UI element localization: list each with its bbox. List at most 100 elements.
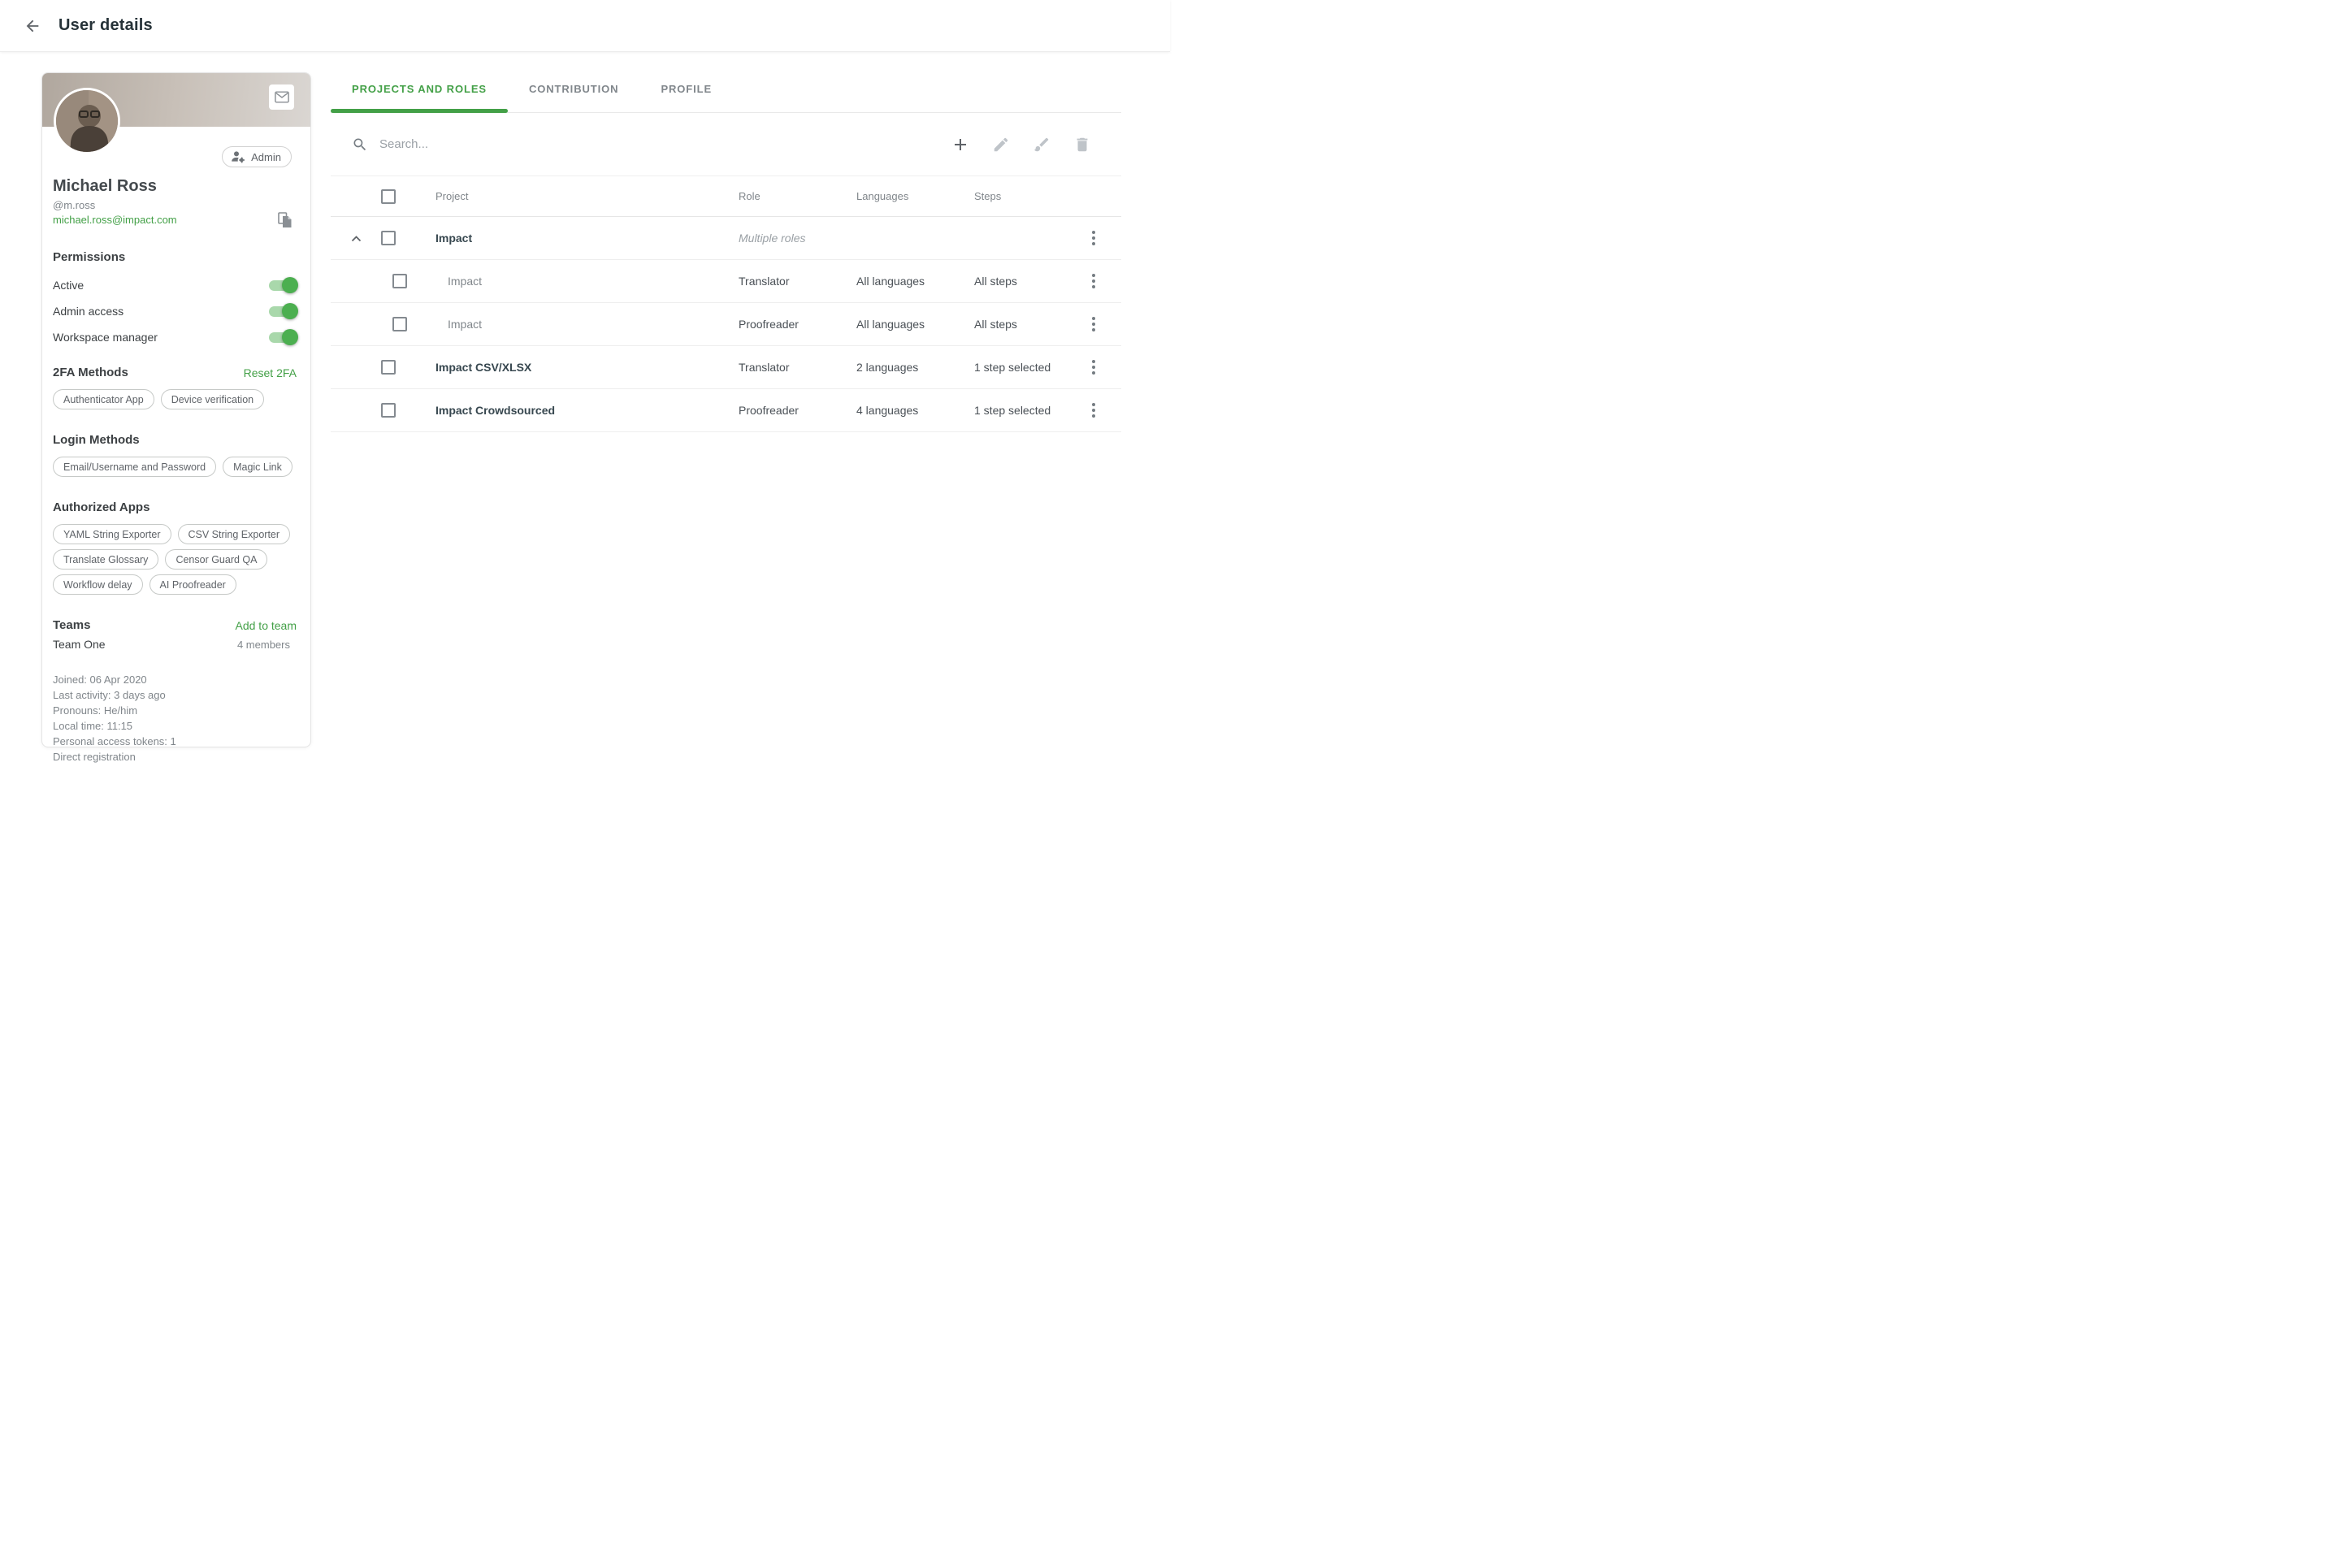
app-chip: Censor Guard QA	[165, 549, 267, 570]
login-methods-heading: Login Methods	[53, 432, 300, 448]
tab-contribution[interactable]: CONTRIBUTION	[508, 66, 639, 112]
main-content: PROJECTS AND ROLES CONTRIBUTION PROFILE	[331, 66, 1121, 432]
search-icon	[352, 136, 368, 153]
row-menu-button[interactable]	[1084, 228, 1103, 248]
permission-row-active: Active	[53, 272, 300, 298]
permissions-heading: Permissions	[53, 249, 300, 266]
twofa-method-chip: Authenticator App	[53, 389, 154, 409]
column-header-project: Project	[417, 190, 732, 202]
languages-cell: All languages	[850, 275, 968, 288]
toggle-label: Active	[53, 279, 84, 292]
copy-icon	[278, 212, 292, 228]
tab-bar: PROJECTS AND ROLES CONTRIBUTION PROFILE	[331, 66, 1121, 113]
row-menu-button[interactable]	[1084, 401, 1103, 420]
project-cell: Impact	[417, 318, 732, 331]
meta-last-activity: Last activity: 3 days ago	[53, 687, 300, 703]
project-cell: Impact	[417, 275, 732, 288]
steps-cell: 1 step selected	[968, 404, 1072, 417]
table-row: Impact Crowdsourced Proofreader 4 langua…	[331, 389, 1121, 432]
row-menu-button[interactable]	[1084, 271, 1103, 291]
teams-heading: Teams	[53, 617, 90, 634]
table-row: Impact Translator All languages All step…	[331, 260, 1121, 303]
team-members-count: 4 members	[237, 639, 290, 651]
search-input[interactable]	[379, 137, 672, 151]
role-cell: Proofreader	[732, 404, 850, 417]
back-button[interactable]	[21, 15, 44, 37]
user-username: @m.ross	[53, 199, 300, 212]
app-chip: CSV String Exporter	[178, 524, 291, 544]
edit-button[interactable]	[990, 134, 1012, 155]
brush-icon	[1033, 136, 1051, 154]
permission-row-admin-access: Admin access	[53, 298, 300, 324]
table-row: Impact Multiple roles	[331, 217, 1121, 260]
column-header-steps: Steps	[968, 190, 1072, 202]
row-checkbox[interactable]	[392, 274, 407, 288]
send-email-button[interactable]	[269, 84, 294, 110]
delete-icon	[1073, 136, 1091, 154]
twofa-method-chip: Device verification	[161, 389, 264, 409]
select-all-checkbox[interactable]	[381, 189, 396, 204]
role-cell: Proofreader	[732, 318, 850, 331]
login-method-chip: Magic Link	[223, 457, 292, 477]
project-cell: Impact CSV/XLSX	[417, 361, 732, 374]
chevron-up-icon	[351, 235, 362, 242]
copy-email-button[interactable]	[278, 212, 292, 228]
admin-badge[interactable]: Admin	[222, 146, 292, 167]
permission-row-workspace-manager: Workspace manager	[53, 324, 300, 350]
languages-cell: All languages	[850, 318, 968, 331]
edit-icon	[992, 136, 1010, 154]
arrow-back-icon	[24, 17, 41, 35]
project-cell: Impact Crowdsourced	[417, 404, 732, 417]
meta-joined: Joined: 06 Apr 2020	[53, 672, 300, 687]
login-method-chip: Email/Username and Password	[53, 457, 216, 477]
toggle-label: Admin access	[53, 305, 124, 318]
languages-cell: 2 languages	[850, 361, 968, 374]
person-gear-icon	[231, 150, 246, 163]
authorized-apps-heading: Authorized Apps	[53, 500, 300, 516]
team-row: Team One 4 members	[53, 636, 300, 652]
column-header-role: Role	[732, 190, 850, 202]
user-email-link[interactable]: michael.ross@impact.com	[53, 214, 177, 227]
page-title: User details	[58, 16, 153, 35]
team-name: Team One	[53, 636, 106, 652]
collapse-group-button[interactable]	[347, 229, 365, 247]
app-chip: Translate Glossary	[53, 549, 158, 570]
row-menu-button[interactable]	[1084, 314, 1103, 334]
mail-icon	[275, 91, 289, 103]
page-header: User details	[0, 0, 1170, 52]
delete-button[interactable]	[1072, 134, 1093, 155]
active-toggle[interactable]	[269, 280, 296, 291]
add-to-team-link[interactable]: Add to team	[236, 619, 297, 632]
admin-badge-label: Admin	[251, 151, 281, 163]
column-header-languages: Languages	[850, 190, 968, 202]
meta-pronouns: Pronouns: He/him	[53, 703, 300, 718]
add-icon	[951, 135, 970, 154]
row-checkbox[interactable]	[381, 231, 396, 245]
table-row: Impact Proofreader All languages All ste…	[331, 303, 1121, 346]
meta-access-tokens: Personal access tokens: 1	[53, 734, 300, 749]
role-cell: Translator	[732, 275, 850, 288]
add-button[interactable]	[950, 134, 971, 155]
table-header-row: Project Role Languages Steps	[331, 176, 1121, 217]
workspace-manager-toggle[interactable]	[269, 332, 296, 343]
row-menu-button[interactable]	[1084, 357, 1103, 377]
steps-cell: All steps	[968, 275, 1072, 288]
reset-2fa-link[interactable]: Reset 2FA	[244, 366, 297, 379]
clear-button[interactable]	[1031, 134, 1052, 155]
tab-projects-and-roles[interactable]: PROJECTS AND ROLES	[331, 66, 508, 112]
user-meta: Joined: 06 Apr 2020 Last activity: 3 day…	[53, 672, 300, 765]
project-cell: Impact	[417, 232, 732, 245]
row-checkbox[interactable]	[392, 317, 407, 331]
tab-profile[interactable]: PROFILE	[639, 66, 733, 112]
row-checkbox[interactable]	[381, 360, 396, 375]
app-chip: AI Proofreader	[150, 574, 236, 595]
row-checkbox[interactable]	[381, 403, 396, 418]
table-toolbar	[331, 113, 1121, 176]
steps-cell: 1 step selected	[968, 361, 1072, 374]
steps-cell: All steps	[968, 318, 1072, 331]
languages-cell: 4 languages	[850, 404, 968, 417]
table-row: Impact CSV/XLSX Translator 2 languages 1…	[331, 346, 1121, 389]
role-cell: Translator	[732, 361, 850, 374]
admin-access-toggle[interactable]	[269, 306, 296, 317]
user-name: Michael Ross	[53, 176, 300, 196]
